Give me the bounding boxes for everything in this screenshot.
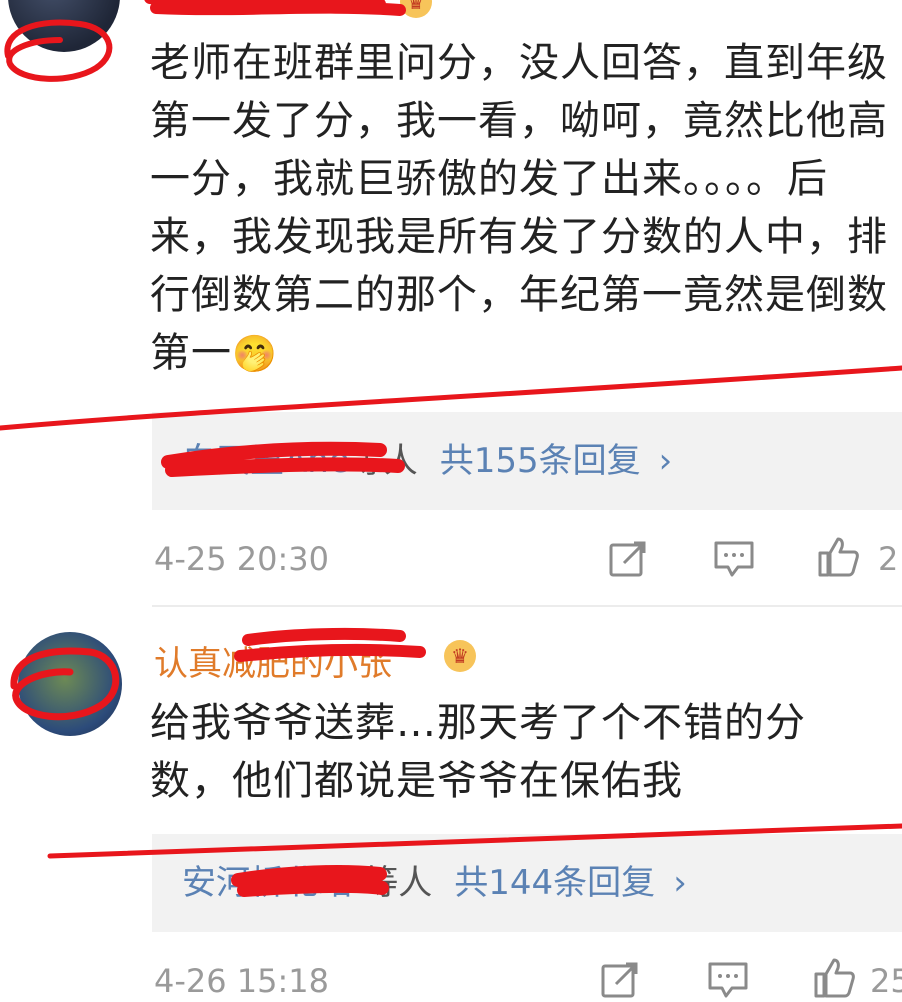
redaction-scribble xyxy=(161,441,405,477)
underline-annotation xyxy=(0,365,902,431)
redaction-scribble xyxy=(10,647,120,721)
redaction-scribble xyxy=(231,865,389,897)
underline-annotation xyxy=(47,823,902,859)
annotation-overlay xyxy=(0,0,902,897)
redaction-scribble xyxy=(144,0,406,16)
redaction-scribble xyxy=(234,627,426,662)
redaction-scribble xyxy=(4,19,113,82)
